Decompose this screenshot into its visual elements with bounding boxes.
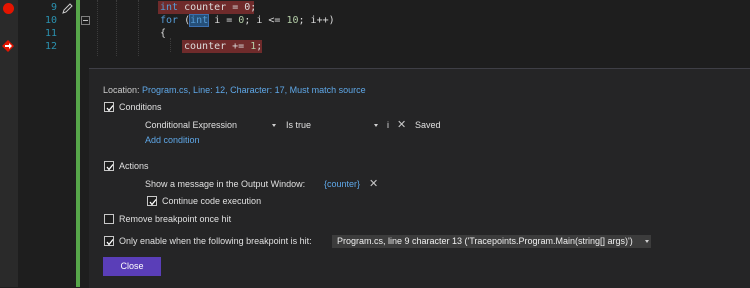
actions-checkbox[interactable] xyxy=(104,161,114,171)
add-condition-link[interactable]: Add condition xyxy=(145,135,200,145)
chevron-down-icon[interactable] xyxy=(272,124,276,127)
code-line-12[interactable]: 12 counter += 1; xyxy=(0,40,750,53)
breakpoint-location: Location: Program.cs, Line: 12, Characte… xyxy=(103,85,366,95)
condition-type-dropdown[interactable]: Conditional Expression xyxy=(145,120,237,130)
code-line-9[interactable]: 9 int counter = 0; xyxy=(0,1,750,14)
chevron-down-icon[interactable] xyxy=(645,240,649,243)
checkmark-icon xyxy=(106,164,114,171)
dependent-breakpoint-value: Program.cs, line 9 character 13 ('Tracep… xyxy=(337,236,633,246)
location-label: Location: xyxy=(103,85,140,95)
checkmark-icon xyxy=(106,239,114,246)
close-button[interactable]: Close xyxy=(103,257,161,276)
conditions-checkbox[interactable] xyxy=(104,102,114,112)
condition-mode-value: Is true xyxy=(286,120,312,130)
actions-label: Actions xyxy=(119,161,149,171)
continue-execution-checkbox[interactable] xyxy=(147,196,157,206)
checkmark-icon xyxy=(149,199,157,206)
code-text: counter += 1; xyxy=(184,41,263,52)
condition-mode-dropdown[interactable]: Is true xyxy=(286,120,311,130)
conditions-label: Conditions xyxy=(119,102,162,112)
code-line-11[interactable]: 11 { xyxy=(0,27,750,40)
line-number: 12 xyxy=(44,41,57,52)
condition-status: Saved xyxy=(415,120,441,130)
breakpoint-settings-panel: Location: Program.cs, Line: 12, Characte… xyxy=(89,68,750,288)
remove-once-hit-checkbox[interactable] xyxy=(104,214,114,224)
line-number: 11 xyxy=(44,28,57,39)
action-message-input[interactable]: {counter} xyxy=(324,179,360,189)
continue-execution-label: Continue code execution xyxy=(162,196,262,206)
condition-type-value: Conditional Expression xyxy=(145,120,238,130)
only-enable-label: Only enable when the following breakpoin… xyxy=(119,236,312,246)
checkmark-icon xyxy=(106,105,114,112)
remove-once-hit-label: Remove breakpoint once hit xyxy=(119,214,232,224)
only-enable-checkbox[interactable] xyxy=(104,236,114,246)
code-text: for (int i = 0; i <= 10; i++) xyxy=(160,14,335,27)
code-line-10[interactable]: 10 for (int i = 0; i <= 10; i++) xyxy=(0,14,750,27)
chevron-down-icon[interactable] xyxy=(374,124,378,127)
line-number: 9 xyxy=(50,2,57,13)
location-link[interactable]: Program.cs, Line: 12, Character: 17, Mus… xyxy=(142,85,366,95)
close-icon[interactable]: ✕ xyxy=(397,118,406,131)
code-text: int counter = 0; xyxy=(160,2,257,13)
dependent-breakpoint-dropdown[interactable]: Program.cs, line 9 character 13 ('Tracep… xyxy=(332,235,651,248)
condition-expression-input[interactable]: i xyxy=(387,120,389,130)
close-icon[interactable]: ✕ xyxy=(369,177,378,190)
action-message-label: Show a message in the Output Window: xyxy=(145,179,306,189)
line-number: 10 xyxy=(44,15,57,26)
code-text: { xyxy=(160,28,167,39)
